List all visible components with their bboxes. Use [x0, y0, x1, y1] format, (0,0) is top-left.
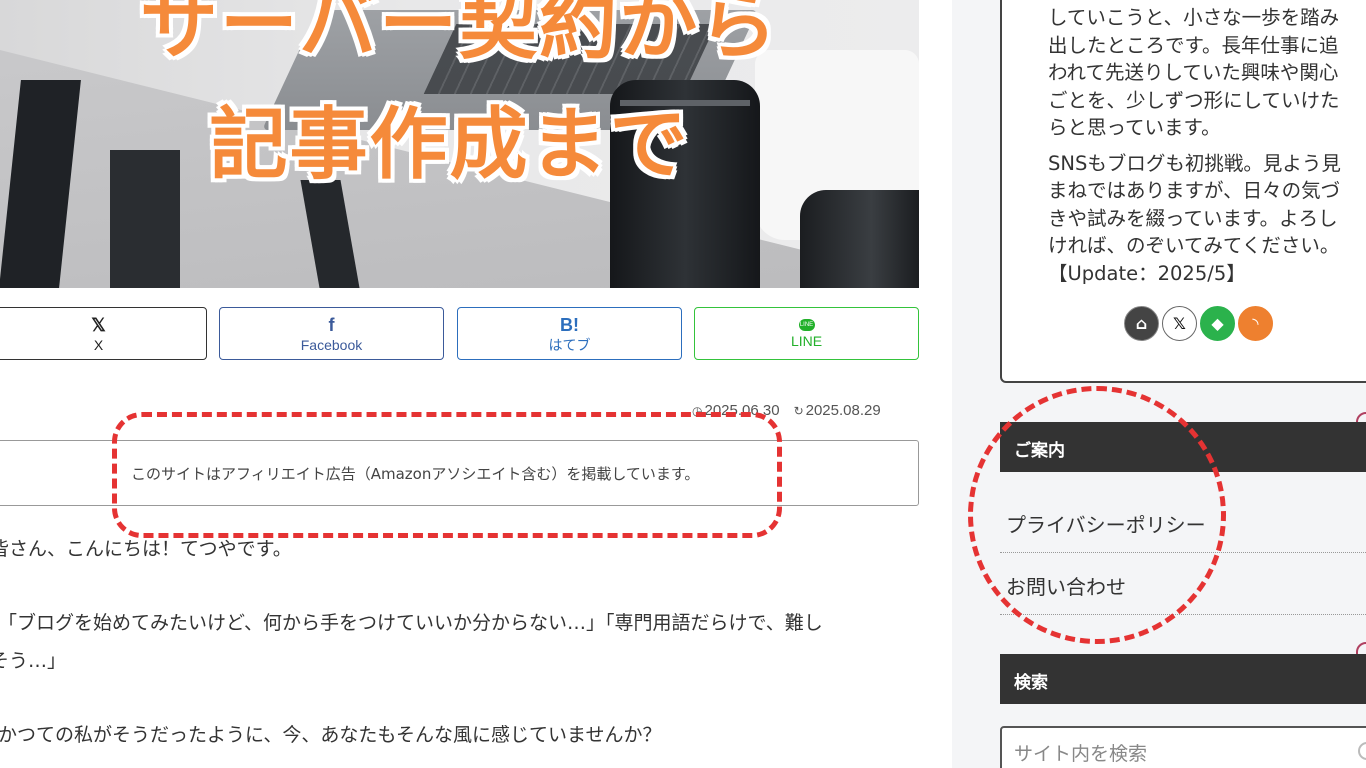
x-icon: 𝕏 — [91, 314, 106, 335]
annotation-circle-guide — [968, 386, 1226, 644]
share-line-button[interactable]: LINE LINE — [694, 307, 919, 360]
profile-text-1: していこうと、小さな一歩を踏み出したところです。長年仕事に追われて先送りしていた… — [1048, 6, 1340, 139]
update-icon: ↻ — [793, 404, 804, 418]
search-box — [1000, 726, 1366, 768]
share-x-button[interactable]: 𝕏 X — [0, 307, 207, 360]
share-hatena-label: はてブ — [548, 336, 591, 353]
widget-title-search: 検索 — [1000, 654, 1366, 704]
article-paragraph: 皆さん、こんにちは！てつやです。 — [0, 538, 292, 560]
hero-image: サーバー契約から 記事作成まで — [0, 0, 919, 288]
facebook-icon: f — [328, 314, 335, 335]
social-links: ⌂ 𝕏 ◆ ◝ — [1124, 306, 1273, 341]
article-paragraph: 「ブログを始めてみたいけど、何から手をつけていいか分からない…」「専門用語だらけ… — [0, 612, 823, 634]
share-line-label: LINE — [790, 332, 823, 349]
article-paragraph: そう…」 — [0, 650, 67, 672]
profile-widget: していこうと、小さな一歩を踏み出したところです。長年仕事に追われて先送りしていた… — [1000, 0, 1366, 383]
share-facebook-label: Facebook — [300, 336, 363, 353]
search-icon[interactable] — [1358, 742, 1366, 760]
share-x-label: X — [93, 336, 104, 353]
annotation-circle-notice — [112, 412, 782, 538]
share-facebook-button[interactable]: f Facebook — [219, 307, 444, 360]
main-column: サーバー契約から 記事作成まで 𝕏 X f Facebook B! はてブ LI… — [0, 0, 952, 768]
profile-text-2: SNSもブログも初挑戦。見よう見まねではありますが、日々の気づきや試みを綴ってい… — [1048, 151, 1341, 285]
rss-icon[interactable]: ◝ — [1238, 306, 1273, 341]
line-icon: LINE — [798, 318, 815, 331]
share-hatena-button[interactable]: B! はてブ — [457, 307, 682, 360]
hatena-icon: B! — [560, 314, 579, 335]
article-paragraph: かつての私がそうだったように、今、あなたもそんな風に感じていませんか？ — [0, 724, 662, 746]
updated-date: 2025.08.29 — [805, 402, 881, 419]
hero-title-line2: 記事作成まで — [209, 100, 690, 190]
feedly-icon[interactable]: ◆ — [1200, 306, 1235, 341]
home-icon[interactable]: ⌂ — [1124, 306, 1159, 341]
x-icon[interactable]: 𝕏 — [1162, 306, 1197, 341]
search-input[interactable] — [1014, 740, 1354, 768]
hero-title-line1: サーバー契約から — [139, 0, 780, 70]
